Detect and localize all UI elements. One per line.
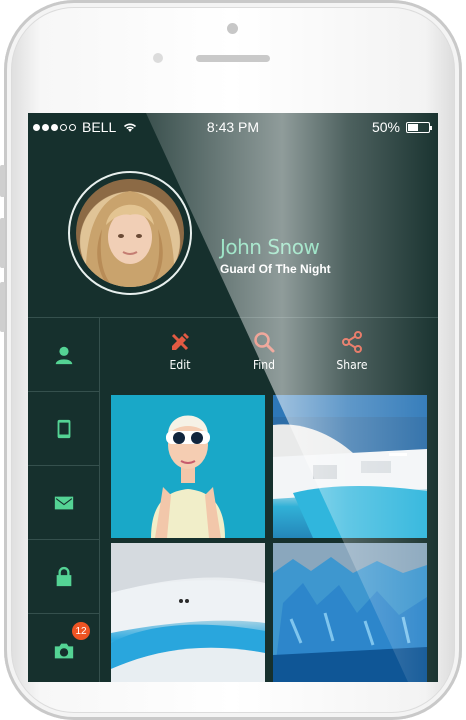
sidebar-item-camera[interactable]: 12 — [28, 614, 100, 682]
edit-icon — [171, 333, 189, 351]
search-icon — [254, 332, 275, 353]
photo-fashion-model[interactable] — [111, 395, 265, 538]
share-button[interactable]: Share — [322, 330, 382, 372]
avatar[interactable] — [76, 179, 184, 287]
avatar-portrait-image — [85, 191, 175, 287]
status-bar: BELL 8:43 PM 50% — [28, 113, 438, 141]
sidebar: 12 — [28, 317, 100, 682]
volume-up-button — [0, 218, 5, 268]
profile-header: John Snow Guard Of The Night — [28, 141, 438, 317]
find-button[interactable]: Find — [234, 330, 294, 372]
mail-icon — [54, 496, 73, 509]
photo-ice-glacier[interactable] — [273, 543, 427, 682]
sidebar-item-profile[interactable] — [28, 318, 100, 392]
photo-seaside-image — [273, 395, 427, 538]
action-bar: Edit Find Share — [100, 317, 438, 394]
user-icon — [55, 346, 72, 364]
photo-glacier-river[interactable] — [111, 543, 265, 682]
front-camera — [227, 23, 238, 34]
photo-seaside-pool[interactable] — [273, 395, 427, 538]
notification-badge: 12 — [72, 622, 90, 640]
phone-icon — [57, 419, 70, 438]
app-screen: BELL 8:43 PM 50% John Snow Guard Of The … — [28, 113, 438, 682]
sidebar-item-mail[interactable] — [28, 466, 100, 540]
battery-percent: 50% — [371, 119, 400, 135]
mute-switch — [0, 165, 5, 197]
avatar-ring — [68, 171, 192, 295]
share-icon — [342, 331, 362, 353]
volume-down-button — [0, 282, 5, 332]
lock-icon — [56, 566, 71, 586]
sidebar-item-lock[interactable] — [28, 540, 100, 614]
edit-label: Edit — [169, 358, 191, 372]
profile-subtitle: Guard Of The Night — [220, 262, 331, 276]
status-right: 50% — [371, 119, 432, 135]
find-label: Find — [252, 358, 276, 372]
edit-button[interactable]: Edit — [150, 330, 210, 372]
profile-name: John Snow — [220, 235, 320, 259]
earpiece-speaker — [196, 55, 270, 62]
share-label: Share — [336, 358, 368, 372]
battery-icon — [406, 121, 432, 133]
sidebar-item-phone[interactable] — [28, 392, 100, 466]
phone-frame: BELL 8:43 PM 50% John Snow Guard Of The … — [0, 0, 466, 720]
photo-ice-glacier-image — [273, 543, 427, 682]
camera-icon — [54, 643, 73, 658]
proximity-sensor — [153, 53, 163, 63]
photo-glacier-river-image — [111, 543, 265, 682]
photo-grid — [111, 395, 427, 682]
photo-fashion-image — [111, 395, 265, 538]
